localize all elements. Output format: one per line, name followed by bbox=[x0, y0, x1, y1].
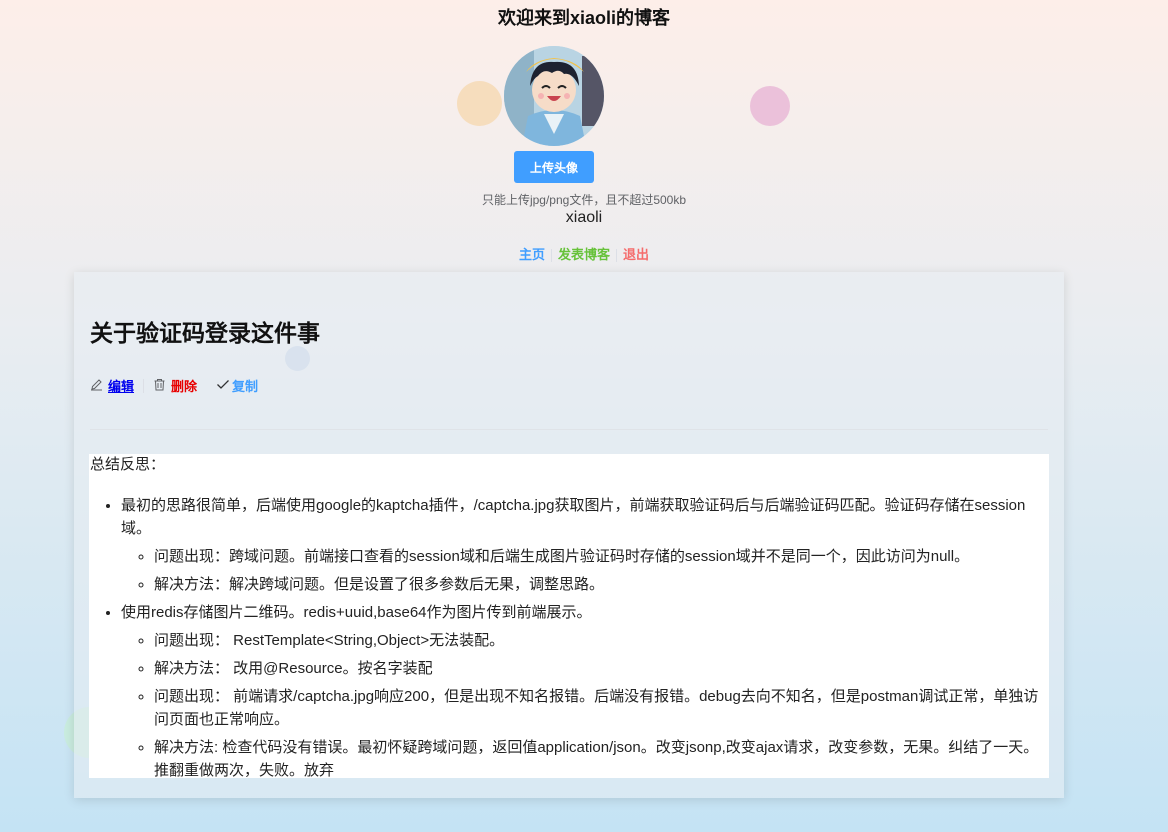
sub-list: 问题出现：跨域问题。前端接口查看的session域和后端生成图片验证码时存储的s… bbox=[121, 545, 1049, 596]
action-divider bbox=[206, 379, 207, 393]
copy-button[interactable]: 复制 bbox=[232, 376, 258, 395]
check-icon bbox=[216, 378, 230, 394]
action-divider bbox=[143, 378, 145, 393]
avatar-illustration bbox=[504, 46, 604, 146]
delete-button[interactable]: 删除 bbox=[171, 376, 197, 395]
decorative-bubble-orange bbox=[457, 81, 502, 126]
list-item-text: 最初的思路很简单，后端使用google的kaptcha插件，/captcha.j… bbox=[121, 497, 1026, 537]
nav-home-link[interactable]: 主页 bbox=[515, 247, 549, 262]
edit-link[interactable]: 编辑 bbox=[108, 376, 134, 395]
trash-icon bbox=[153, 378, 166, 394]
list-item: 最初的思路很简单，后端使用google的kaptcha插件，/captcha.j… bbox=[121, 494, 1049, 596]
upload-tip: 只能上传jpg/png文件，且不超过500kb bbox=[481, 193, 687, 207]
nav-divider bbox=[550, 249, 552, 263]
post-title: 关于验证码登录这件事 bbox=[90, 320, 320, 346]
username: xiaoli bbox=[565, 209, 603, 226]
avatar[interactable] bbox=[504, 46, 604, 146]
post-intro: 总结反思： bbox=[90, 456, 166, 473]
sub-list: 问题出现： RestTemplate<String,Object>无法装配。 解… bbox=[121, 629, 1049, 778]
post-content: 总结反思： 最初的思路很简单，后端使用google的kaptcha插件，/cap… bbox=[89, 454, 1049, 778]
nav-logout-link[interactable]: 退出 bbox=[619, 247, 653, 262]
decorative-bubble-pink bbox=[750, 86, 790, 126]
sub-list-item: 问题出现：跨域问题。前端接口查看的session域和后端生成图片验证码时存储的s… bbox=[154, 545, 1049, 568]
nav-divider bbox=[616, 249, 617, 263]
post-card: 关于验证码登录这件事 编辑 删除 复制 总结反思： 最初的思路很简单 bbox=[74, 272, 1064, 798]
post-divider bbox=[90, 429, 1048, 430]
list-item-text: 使用redis存储图片二维码。redis+uuid,base64作为图片传到前端… bbox=[121, 604, 592, 621]
sub-list-item: 解决方法: 检查代码没有错误。最初怀疑跨域问题，返回值application/j… bbox=[154, 736, 1049, 778]
edit-action[interactable]: 编辑 bbox=[90, 376, 134, 395]
list-item: 使用redis存储图片二维码。redis+uuid,base64作为图片传到前端… bbox=[121, 601, 1049, 778]
upload-avatar-button[interactable]: 上传头像 bbox=[514, 151, 594, 183]
sub-list-item: 解决方法：解决跨域问题。但是设置了很多参数后无果，调整思路。 bbox=[154, 573, 1049, 596]
post-list: 最初的思路很简单，后端使用google的kaptcha插件，/captcha.j… bbox=[89, 494, 1049, 778]
site-title: 欢迎来到xiaoli的博客 bbox=[497, 8, 671, 28]
sub-list-item: 解决方法： 改用@Resource。按名字装配 bbox=[154, 657, 1049, 680]
delete-action[interactable]: 删除 bbox=[153, 376, 197, 395]
sub-list-item: 问题出现： 前端请求/captcha.jpg响应200，但是出现不知名报错。后端… bbox=[154, 685, 1049, 731]
top-nav: 主页 发表博客 退出 bbox=[0, 244, 1168, 263]
nav-publish-link[interactable]: 发表博客 bbox=[554, 247, 614, 262]
sub-list-item: 问题出现： RestTemplate<String,Object>无法装配。 bbox=[154, 629, 1049, 652]
pencil-icon bbox=[90, 378, 103, 394]
post-actions: 编辑 删除 复制 bbox=[90, 376, 258, 395]
copy-action[interactable]: 复制 bbox=[216, 376, 258, 395]
